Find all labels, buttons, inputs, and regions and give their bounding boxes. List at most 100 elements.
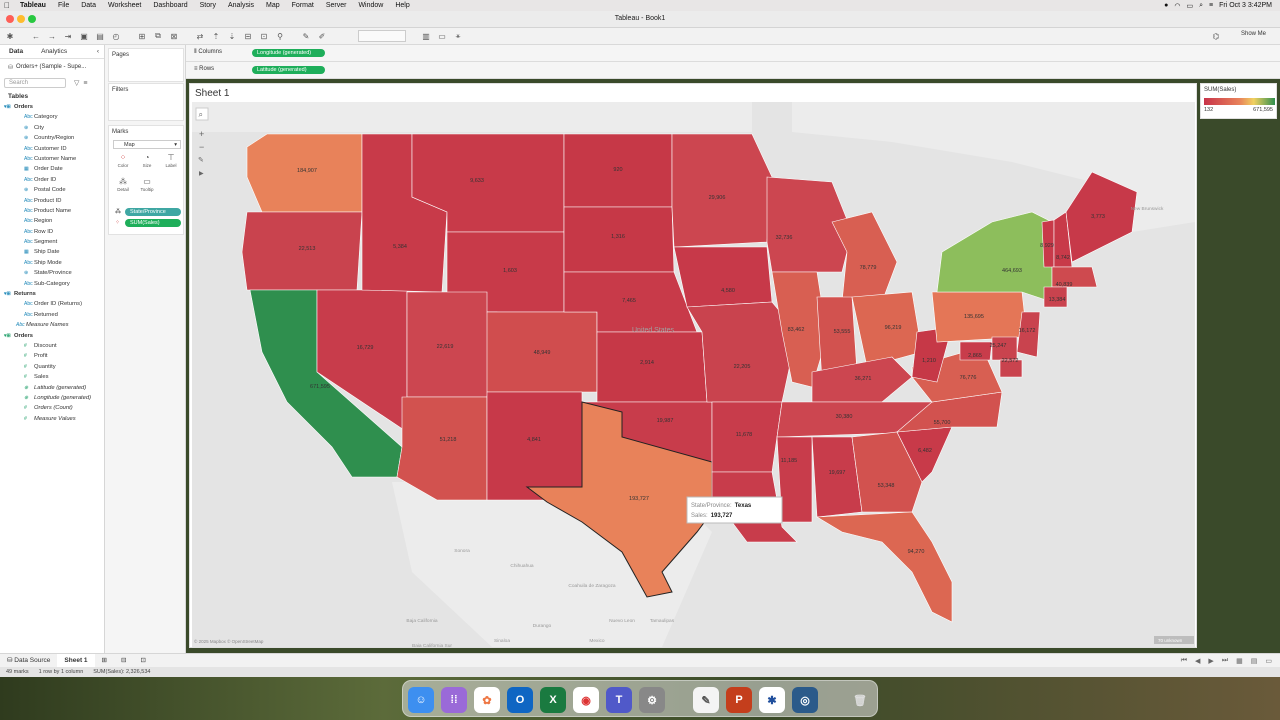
menu-format[interactable]: Format (286, 2, 320, 9)
menu-data[interactable]: Data (75, 2, 102, 9)
field-postal-code[interactable]: ⊕ Postal Code (0, 185, 104, 195)
state-minnesota[interactable] (671, 133, 773, 248)
state-kansas[interactable] (596, 331, 708, 403)
field-region[interactable]: Abc Region (0, 216, 104, 226)
table-orders[interactable]: ▾⊞ Orders (0, 102, 104, 112)
record-icon[interactable]: ● (1164, 2, 1168, 9)
field-profit[interactable]: # Profit (0, 351, 104, 361)
redo-icon[interactable]: → (46, 30, 58, 42)
field-customer-id[interactable]: Abc Customer ID (0, 144, 104, 154)
menu-help[interactable]: Help (389, 2, 415, 9)
new-dashboard-tab-icon[interactable]: ⊟ (114, 654, 133, 668)
menu-app[interactable]: Tableau (14, 2, 52, 9)
menu-dashboard[interactable]: Dashboard (147, 2, 193, 9)
field-returned[interactable]: Abc Returned (0, 310, 104, 320)
collapse-pane-icon[interactable]: ‹ (97, 48, 104, 55)
highlight-icon[interactable]: ✎ (300, 30, 312, 42)
sort-asc-icon[interactable]: ⇡ (210, 30, 222, 42)
field-search-input[interactable]: Search (4, 78, 66, 88)
color-legend[interactable]: SUM(Sales) 132 671,595 (1200, 83, 1277, 119)
photos-icon[interactable]: ✿ (474, 687, 500, 713)
trash-icon[interactable]: 🗑 (847, 687, 873, 713)
sheet-sorter-icon[interactable]: ▦ (1236, 657, 1243, 665)
table-returns[interactable]: ▾⊞ Returns (0, 289, 104, 299)
field-latitude-generated-[interactable]: ⊕ Latitude (generated) (0, 383, 104, 393)
first-sheet-icon[interactable]: ⏮ (1181, 657, 1187, 665)
menu-server[interactable]: Server (320, 2, 353, 9)
sort-desc-icon[interactable]: ⇣ (226, 30, 238, 42)
teams-icon[interactable]: T (606, 687, 632, 713)
tooltip-toggle-icon[interactable]: ✐ (316, 30, 328, 42)
pill-state-province[interactable]: State/Province (125, 208, 181, 216)
field-order-id[interactable]: Abc Order ID (0, 175, 104, 185)
field-order-id-returns-[interactable]: Abc Order ID (Returns) (0, 299, 104, 309)
control-center-icon[interactable]: ≡ (1209, 2, 1213, 9)
field-sub-category[interactable]: Abc Sub-Category (0, 279, 104, 289)
field-customer-name[interactable]: Abc Customer Name (0, 154, 104, 164)
show-cards-icon[interactable]: ▥ (420, 30, 432, 42)
field-category[interactable]: Abc Category (0, 112, 104, 122)
pause-updates-icon[interactable]: ◴ (110, 30, 122, 42)
chrome-icon[interactable]: ◉ (573, 687, 599, 713)
tab-sheet-1[interactable]: Sheet 1 (57, 653, 95, 668)
save-icon[interactable]: ▣ (78, 30, 90, 42)
new-story-tab-icon[interactable]: ⊡ (133, 654, 152, 668)
state-arizona[interactable] (396, 396, 488, 501)
screen-recorder-icon[interactable]: ◎ (792, 687, 818, 713)
tab-data-source[interactable]: ⛁ Data Source (0, 654, 57, 668)
field-ship-mode[interactable]: Abc Ship Mode (0, 258, 104, 268)
map-canvas[interactable]: 184,907 22,513 671,595 16,729 5,384 9,633 1,60… (192, 102, 1195, 647)
pill-longitude[interactable]: Longitude (generated) (252, 49, 325, 57)
pill-latitude[interactable]: Latitude (generated) (252, 66, 325, 74)
finder-icon[interactable]: ☺ (408, 687, 434, 713)
group-icon[interactable]: ⊟ (242, 30, 254, 42)
swap-icon[interactable]: ⇄ (194, 30, 206, 42)
clear-sheet-icon[interactable]: ⊠ (168, 30, 180, 42)
tab-view-icon[interactable]: ▭ (1265, 657, 1272, 665)
apple-menu-icon[interactable]:  (0, 1, 14, 10)
system-settings-icon[interactable]: ⚙ (639, 687, 665, 713)
pages-card[interactable]: Pages (108, 48, 184, 82)
detail-button[interactable]: ⁂ Detail (113, 177, 133, 195)
field-country-region[interactable]: ⊕ Country/Region (0, 133, 104, 143)
state-new-mexico[interactable] (486, 391, 583, 501)
new-worksheet-tab-icon[interactable]: ⊞ (95, 654, 114, 668)
filters-card[interactable]: Filters (108, 83, 184, 121)
size-button[interactable]: ◔ Size (137, 153, 157, 171)
field-sales[interactable]: # Sales (0, 372, 104, 382)
state-iowa[interactable] (673, 246, 773, 308)
tooltip-button[interactable]: ▭ Tooltip (137, 177, 157, 195)
color-button[interactable]: ⁘ Color (113, 153, 133, 171)
menu-map[interactable]: Map (260, 2, 286, 9)
next-sheet-icon[interactable]: ▶ (1208, 657, 1213, 665)
menu-story[interactable]: Story (194, 2, 222, 9)
menu-worksheet[interactable]: Worksheet (102, 2, 147, 9)
sheet-title[interactable]: Sheet 1 (195, 88, 229, 99)
label-button[interactable]: ⊤ Label (161, 153, 181, 171)
field-city[interactable]: ⊕ City (0, 123, 104, 133)
tab-analytics[interactable]: Analytics (32, 48, 76, 55)
field-ship-date[interactable]: ▦ Ship Date (0, 247, 104, 257)
field-product-name[interactable]: Abc Product Name (0, 206, 104, 216)
powerpoint-icon[interactable]: P (726, 687, 752, 713)
share-icon[interactable]: ⚹ (452, 30, 464, 42)
replay-icon[interactable]: ⇥ (62, 30, 74, 42)
rows-shelf[interactable]: ≡ Rows Latitude (generated) (186, 62, 1280, 79)
field-orders-count-[interactable]: # Orders (Count) (0, 403, 104, 413)
comment-icon[interactable]: ⌬ (1210, 30, 1222, 42)
fix-axes-icon[interactable]: ⚲ (274, 30, 286, 42)
battery-icon[interactable]: ▭ (1186, 2, 1193, 10)
menu-window[interactable]: Window (352, 2, 389, 9)
menu-file[interactable]: File (52, 2, 75, 9)
field-measure-names[interactable]: Abc Measure Names (0, 320, 104, 330)
field-discount[interactable]: # Discount (0, 341, 104, 351)
field-quantity[interactable]: # Quantity (0, 362, 104, 372)
mark-type-dropdown[interactable]: Map ▾ (113, 140, 181, 149)
search-icon[interactable]: ⌕ (1199, 2, 1203, 10)
show-me-button[interactable]: Show Me (1241, 31, 1266, 37)
view-options-icon[interactable]: ≡ (83, 80, 87, 87)
field-segment[interactable]: Abc Segment (0, 237, 104, 247)
field-order-date[interactable]: ▦ Order Date (0, 164, 104, 174)
new-worksheet-icon[interactable]: ⊞ (136, 30, 148, 42)
tableau-logo-icon[interactable]: ✱ (4, 30, 16, 42)
